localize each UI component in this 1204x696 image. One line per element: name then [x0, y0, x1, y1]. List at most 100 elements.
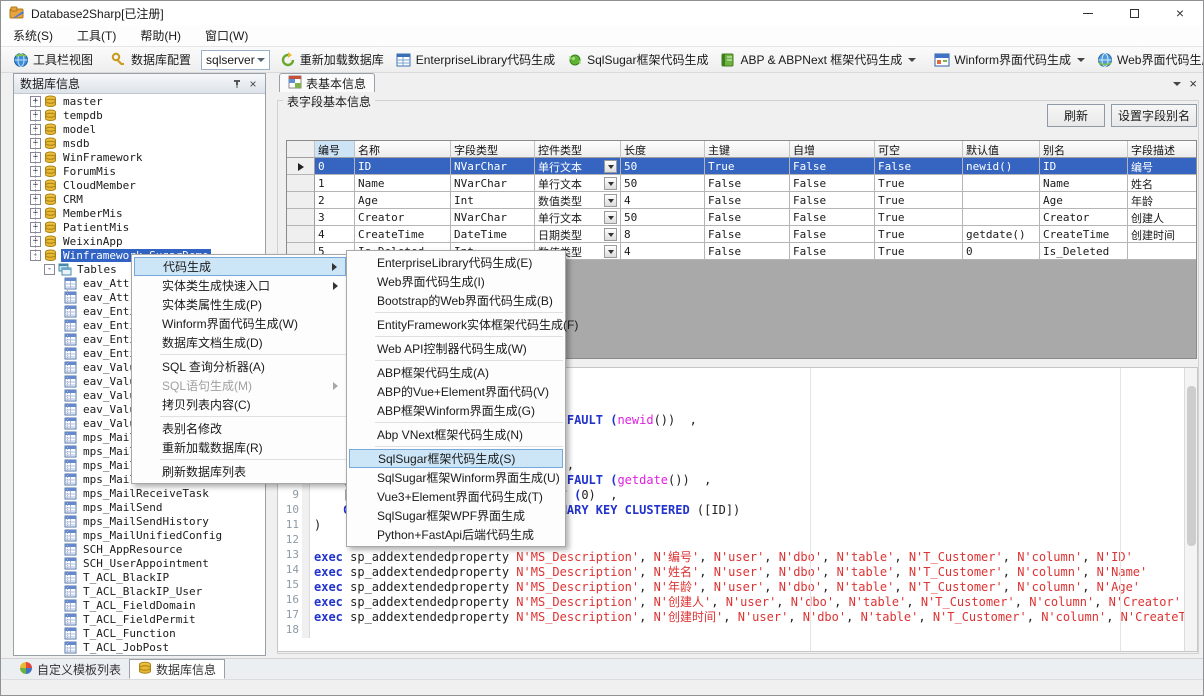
db-config-button[interactable]: 数据库配置 [105, 49, 197, 71]
grid-cell[interactable]: Name [355, 175, 451, 192]
submenu-item-6[interactable]: Web API控制器代码生成(W) [349, 339, 563, 358]
tab-list-dropdown-icon[interactable] [1173, 82, 1181, 86]
tree-item-t_acl_blackip[interactable]: T_ACL_BlackIP [14, 570, 265, 584]
grid-cell[interactable]: Age [1040, 192, 1128, 209]
context-menu-item-0[interactable]: 代码生成 [134, 257, 346, 276]
grid-cell[interactable]: NVarChar [451, 209, 535, 226]
db-type-select[interactable]: sqlserver [201, 50, 270, 70]
grid-cell[interactable]: True [875, 175, 963, 192]
grid-cell[interactable]: False [790, 192, 875, 209]
grid-cell[interactable] [963, 192, 1040, 209]
abp-gen-button[interactable]: ABP & ABPNext 框架代码生成 [714, 49, 922, 71]
submenu-item-17[interactable]: SqlSugar框架WPF界面生成 [349, 506, 563, 525]
grid-cell[interactable]: False [705, 243, 790, 260]
close-document-icon[interactable]: × [1189, 76, 1197, 91]
grid-column-header[interactable]: 名称 [355, 141, 451, 158]
context-menu-item-8[interactable]: 拷贝列表内容(C) [134, 395, 346, 414]
grid-cell[interactable]: CreateTime [355, 226, 451, 243]
tree-item-weixinapp[interactable]: +WeixinApp [14, 234, 265, 248]
grid-row-header[interactable] [287, 226, 315, 243]
close-panel-icon[interactable]: × [245, 76, 261, 92]
grid-cell[interactable]: NVarChar [451, 175, 535, 192]
grid-cell[interactable]: 4 [621, 243, 705, 260]
submenu-item-16[interactable]: Vue3+Element界面代码生成(T) [349, 487, 563, 506]
submenu-item-12[interactable]: Abp VNext框架代码生成(N) [349, 425, 563, 444]
combo-dropdown-button[interactable] [604, 245, 617, 258]
submenu-item-18[interactable]: Python+FastApi后端代码生成 [349, 525, 563, 544]
grid-cell[interactable]: Creator [1040, 209, 1128, 226]
grid-cell[interactable]: Creator [355, 209, 451, 226]
grid-cell[interactable]: 4 [621, 192, 705, 209]
grid-row-header[interactable] [287, 158, 315, 175]
context-menu-item-1[interactable]: 实体类生成快速入口 [134, 276, 346, 295]
grid-row-header[interactable] [287, 209, 315, 226]
submenu-item-15[interactable]: SqlSugar框架Winform界面生成(U) [349, 468, 563, 487]
grid-cell[interactable]: False [705, 226, 790, 243]
tree-item-forummis[interactable]: +ForumMis [14, 164, 265, 178]
tree-item-sch_userappointment[interactable]: SCH_UserAppointment [14, 556, 265, 570]
grid-cell[interactable]: 创建时间 [1128, 226, 1197, 243]
grid-cell[interactable]: False [705, 175, 790, 192]
grid-cell[interactable]: True [875, 209, 963, 226]
grid-cell[interactable]: 2 [315, 192, 355, 209]
grid-cell[interactable]: 1 [315, 175, 355, 192]
tree-item-crm[interactable]: +CRM [14, 192, 265, 206]
maximize-button[interactable] [1111, 1, 1157, 25]
tree-item-t_acl_fielddomain[interactable]: T_ACL_FieldDomain [14, 598, 265, 612]
toolbar-view-button[interactable]: 工具栏视图 [7, 49, 99, 71]
tree-item-mps_mailreceivetask[interactable]: mps_MailReceiveTask [14, 486, 265, 500]
grid-column-header[interactable]: 默认值 [963, 141, 1040, 158]
sqlsugar-gen-button[interactable]: SqlSugar框架代码生成 [561, 49, 714, 71]
grid-cell[interactable]: 50 [621, 158, 705, 175]
grid-cell[interactable]: 单行文本 [535, 209, 621, 226]
submenu-item-14[interactable]: SqlSugar框架代码生成(S) [349, 449, 563, 468]
context-menu-item-3[interactable]: Winform界面代码生成(W) [134, 314, 346, 333]
grid-cell[interactable]: newid() [963, 158, 1040, 175]
chevron-down-icon[interactable] [908, 58, 916, 62]
tree-item-t_acl_blackip_user[interactable]: T_ACL_BlackIP_User [14, 584, 265, 598]
grid-cell[interactable]: Age [355, 192, 451, 209]
tree-item-t_acl_function[interactable]: T_ACL_Function [14, 626, 265, 640]
menu-system[interactable]: 系统(S) [1, 24, 65, 47]
combo-dropdown-button[interactable] [604, 177, 617, 190]
close-button[interactable]: × [1157, 1, 1203, 25]
grid-column-header[interactable]: 自增 [790, 141, 875, 158]
grid-cell[interactable]: False [790, 158, 875, 175]
tree-item-winframework[interactable]: +WinFramework [14, 150, 265, 164]
grid-column-header[interactable]: 编号 [315, 141, 355, 158]
context-menu-item-4[interactable]: 数据库文档生成(D) [134, 333, 346, 352]
submenu-item-9[interactable]: ABP的Vue+Element界面代码(V) [349, 382, 563, 401]
control-type-combo[interactable]: 数值类型 [538, 193, 617, 209]
tab-database-info[interactable]: 数据库信息 [129, 659, 225, 679]
grid-row[interactable]: 4CreateTimeDateTime日期类型8FalseFalseTruege… [287, 226, 1196, 243]
grid-cell[interactable]: 单行文本 [535, 158, 621, 175]
context-menu-item-6[interactable]: SQL 查询分析器(A) [134, 357, 346, 376]
combo-dropdown-button[interactable] [604, 228, 617, 241]
grid-cell[interactable]: Is_Deleted [1040, 243, 1128, 260]
tree-item-cloudmember[interactable]: +CloudMember [14, 178, 265, 192]
submenu-item-0[interactable]: EnterpriseLibrary代码生成(E) [349, 253, 563, 272]
grid-column-header[interactable]: 别名 [1040, 141, 1128, 158]
editor-scrollbar[interactable] [1184, 368, 1197, 651]
grid-cell[interactable]: ID [1040, 158, 1128, 175]
tree-item-mps_mailsendhistory[interactable]: mps_MailSendHistory [14, 514, 265, 528]
grid-row-header[interactable] [287, 175, 315, 192]
grid-row[interactable]: 0IDNVarChar单行文本50TrueFalseFalsenewid()ID… [287, 158, 1196, 175]
set-field-alias-button[interactable]: 设置字段别名 [1111, 104, 1197, 127]
grid-column-header[interactable]: 可空 [875, 141, 963, 158]
minimize-button[interactable] [1065, 1, 1111, 25]
control-type-combo[interactable]: 单行文本 [538, 210, 617, 226]
web-gen-button[interactable]: Web界面代码生成 [1091, 49, 1204, 71]
menu-help[interactable]: 帮助(H) [128, 24, 193, 47]
grid-cell[interactable]: 50 [621, 209, 705, 226]
tree-item-t_acl_loginlog[interactable]: T_ACL_LoginLog [14, 654, 265, 655]
grid-cell[interactable]: False [705, 209, 790, 226]
context-menu-item-2[interactable]: 实体类属性生成(P) [134, 295, 346, 314]
grid-cell[interactable]: False [875, 158, 963, 175]
combo-dropdown-button[interactable] [604, 160, 617, 173]
grid-row-header[interactable] [287, 192, 315, 209]
grid-cell[interactable] [963, 209, 1040, 226]
grid-row[interactable]: 3CreatorNVarChar单行文本50FalseFalseTrueCrea… [287, 209, 1196, 226]
tree-item-tempdb[interactable]: +tempdb [14, 108, 265, 122]
context-menu-item-11[interactable]: 重新加载数据库(R) [134, 438, 346, 457]
